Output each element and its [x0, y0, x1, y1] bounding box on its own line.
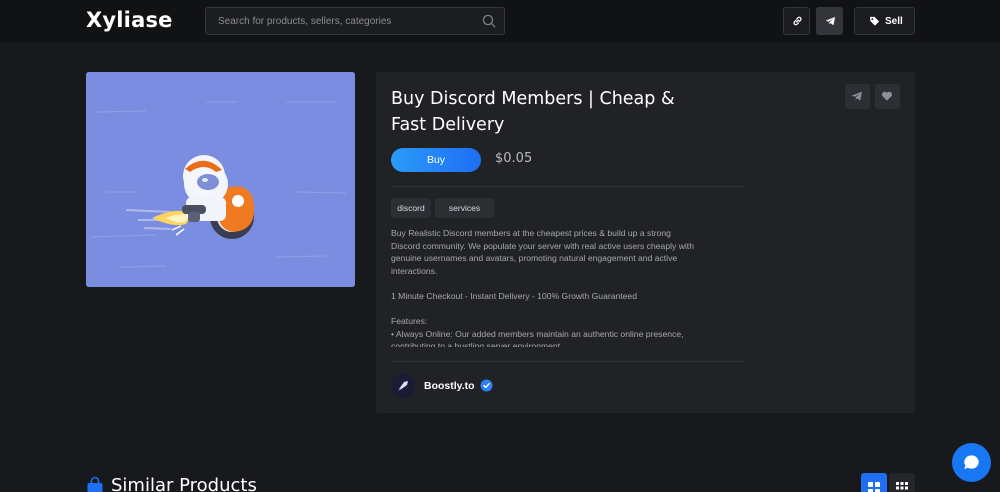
rocket-logo-icon [391, 374, 415, 398]
rocket-mascot-illustration [86, 72, 355, 287]
product-details-panel: Buy Discord Members | Cheap & Fast Deliv… [376, 72, 915, 413]
product-description: Buy Realistic Discord members at the che… [391, 227, 701, 347]
favorite-button[interactable] [875, 84, 900, 109]
product-price: $0.05 [495, 151, 533, 166]
similar-products-title: Similar Products [111, 475, 257, 492]
description-paragraph: Features: • Always Online: Our added mem… [391, 316, 684, 347]
divider [391, 361, 745, 362]
description-paragraph: 1 Minute Checkout - Instant Delivery - 1… [391, 290, 637, 301]
search-icon[interactable] [482, 14, 496, 28]
tag-discord[interactable]: discord [391, 198, 431, 218]
buy-button[interactable]: Buy [391, 148, 481, 172]
search-bar [205, 7, 505, 35]
description-paragraph: Buy Realistic Discord members at the che… [391, 228, 694, 276]
copy-link-button[interactable] [783, 7, 810, 35]
chat-widget-button[interactable] [952, 443, 991, 482]
sell-button[interactable]: Sell [854, 7, 915, 35]
seller-name[interactable]: Boostly.to [424, 380, 475, 392]
tag-icon [869, 16, 880, 26]
grid-icon [868, 482, 880, 492]
site-logo[interactable]: Xyliase [86, 8, 173, 32]
link-icon [793, 16, 802, 26]
grid-view-button[interactable] [861, 473, 887, 492]
telegram-button[interactable] [816, 7, 843, 35]
telegram-icon [825, 16, 836, 26]
shopping-bag-icon [87, 476, 103, 492]
heart-icon [881, 91, 893, 101]
seller-avatar[interactable] [391, 374, 415, 398]
product-image [86, 72, 355, 287]
compact-grid-icon [896, 482, 908, 490]
telegram-icon [851, 91, 862, 101]
sell-label: Sell [885, 16, 903, 27]
search-input[interactable] [206, 8, 476, 34]
tag-services[interactable]: services [435, 198, 494, 218]
share-telegram-button[interactable] [845, 84, 870, 109]
chat-bubble-icon [964, 455, 979, 470]
compact-grid-view-button[interactable] [889, 473, 915, 492]
divider [391, 186, 745, 187]
product-title: Buy Discord Members | Cheap & Fast Deliv… [391, 89, 675, 135]
verified-badge-icon [480, 379, 493, 392]
top-navbar: Xyliase Sell [0, 0, 1000, 42]
